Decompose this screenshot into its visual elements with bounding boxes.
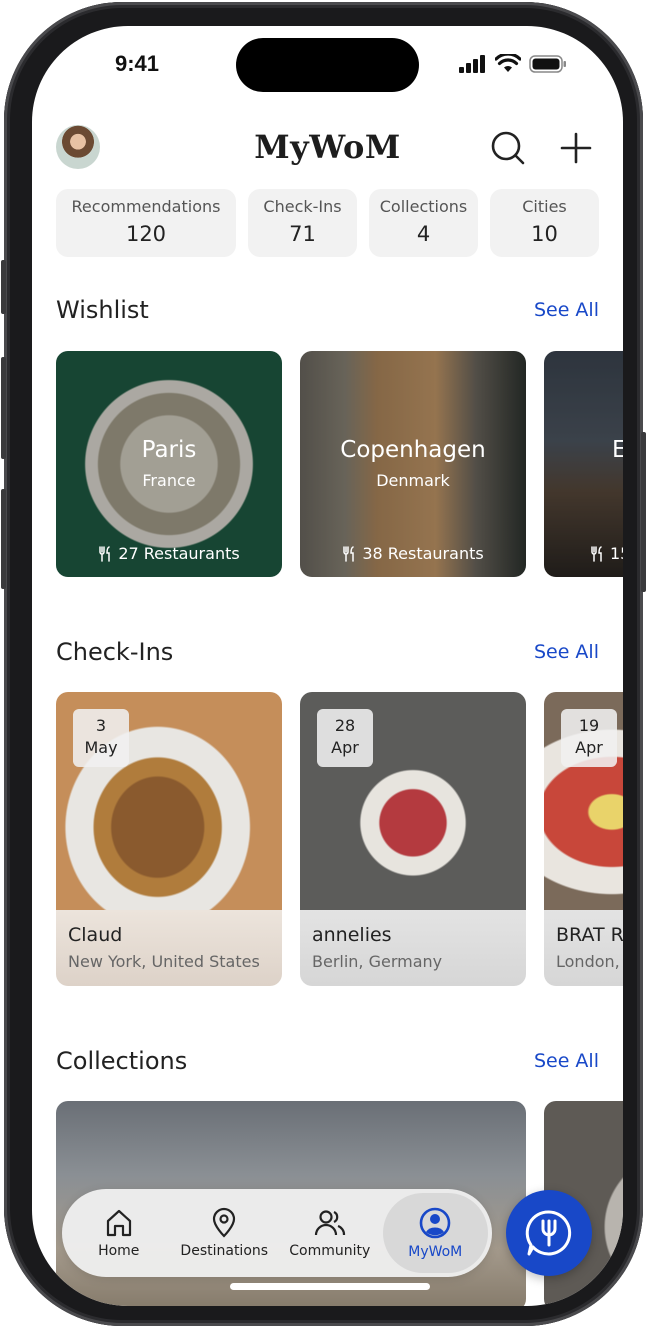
dynamic-island (236, 38, 419, 92)
date-day: 19 (578, 716, 600, 735)
checkin-restaurant: Claud (68, 924, 123, 946)
tab-label: MyWoM (408, 1244, 463, 1260)
stat-label: Recommendations (71, 197, 221, 216)
wishlist-see-all-link[interactable]: See All (534, 299, 599, 321)
checkins-title: Check-Ins (56, 638, 174, 666)
collections-see-all-link[interactable]: See All (534, 1050, 599, 1072)
stat-value: 10 (531, 222, 558, 246)
checkins-carousel[interactable]: 3 May Claud New York, United States 28 A… (56, 692, 623, 986)
checkin-location: London, (556, 952, 620, 971)
tab-label: Community (289, 1243, 371, 1259)
tab-label: Home (98, 1243, 140, 1259)
check-in-fab-button[interactable] (506, 1190, 592, 1276)
checkin-card[interactable]: 19 Apr BRAT R London, (544, 692, 623, 986)
stat-check-ins[interactable]: Check-Ins 71 (248, 189, 357, 257)
status-icons (459, 54, 567, 73)
wishlist-count: 27 Restaurants (56, 544, 282, 563)
fork-knife-icon (99, 545, 111, 562)
wishlist-card[interactable]: Copenhagen Denmark 38 Restaurants (300, 351, 526, 577)
wishlist-city: Paris (141, 437, 197, 463)
action-button (1, 260, 6, 314)
power-button (641, 432, 646, 592)
stat-cities[interactable]: Cities 10 (490, 189, 599, 257)
search-button[interactable] (488, 128, 528, 168)
stat-collections[interactable]: Collections 4 (369, 189, 478, 257)
app-header: MyWoM (56, 124, 599, 172)
date-badge: 28 Apr (317, 709, 373, 767)
cellular-signal-icon (459, 54, 485, 73)
home-indicator (230, 1283, 430, 1290)
collections-title: Collections (56, 1047, 188, 1075)
wishlist-count: 38 Restaurants (300, 544, 526, 563)
date-badge: 3 May (73, 709, 129, 767)
tab-label: Destinations (180, 1243, 269, 1259)
phone-frame: 9:41 MyWoM Recommendations 120 Check-Ins… (1, 2, 646, 1326)
wishlist-city: E (612, 437, 623, 463)
wishlist-count-label: 27 Restaurants (118, 544, 240, 563)
date-day: 3 (95, 716, 107, 735)
tab-destinations[interactable]: Destinations (172, 1193, 278, 1273)
wishlist-count-label: 38 Restaurants (362, 544, 484, 563)
stat-label: Collections (379, 197, 468, 216)
stat-label: Cities (522, 197, 567, 216)
plus-icon (560, 132, 592, 164)
wishlist-card[interactable]: E 15 (544, 351, 623, 577)
volume-up-button (1, 357, 6, 459)
checkin-restaurant: BRAT R (556, 924, 623, 946)
wishlist-carousel[interactable]: Paris France 27 Restaurants Copenhagen D… (56, 351, 623, 577)
tab-mywom[interactable]: MyWoM (382, 1193, 488, 1273)
map-pin-icon (213, 1207, 236, 1238)
checkins-see-all-link[interactable]: See All (534, 641, 599, 663)
wishlist-country: Denmark (376, 471, 450, 490)
checkin-restaurant: annelies (312, 924, 392, 946)
wishlist-count: 15 (544, 544, 623, 563)
checkin-footer: BRAT R London, (544, 910, 623, 986)
fork-chat-icon (525, 1210, 572, 1256)
checkin-footer: Claud New York, United States (56, 910, 282, 986)
tab-community[interactable]: Community (277, 1193, 383, 1273)
date-badge: 19 Apr (561, 709, 617, 767)
add-button[interactable] (556, 128, 596, 168)
date-day: 28 (334, 716, 356, 735)
home-icon (106, 1209, 131, 1237)
screen: 9:41 MyWoM Recommendations 120 Check-Ins… (32, 26, 623, 1306)
stat-label: Check-Ins (263, 197, 342, 216)
checkin-location: New York, United States (68, 952, 260, 971)
stat-recommendations[interactable]: Recommendations 120 (56, 189, 236, 257)
stat-value: 120 (125, 222, 167, 246)
wishlist-city: Copenhagen (340, 437, 486, 463)
wishlist-count-label: 15 (610, 544, 623, 563)
tab-home[interactable]: Home (66, 1193, 172, 1273)
status-time: 9:41 (115, 51, 160, 76)
checkin-card[interactable]: 3 May Claud New York, United States (56, 692, 282, 986)
wishlist-card[interactable]: Paris France 27 Restaurants (56, 351, 282, 577)
fork-knife-icon (343, 545, 355, 562)
battery-icon (529, 54, 566, 73)
wifi-icon (495, 54, 521, 72)
search-icon (491, 131, 525, 165)
checkin-location: Berlin, Germany (312, 952, 443, 971)
date-month: Apr (575, 738, 603, 757)
stat-value: 71 (289, 222, 316, 246)
stats-row: Recommendations 120 Check-Ins 71 Collect… (56, 189, 599, 257)
wishlist-country: France (142, 471, 196, 490)
date-month: May (84, 738, 118, 757)
users-icon (314, 1210, 345, 1236)
date-month: Apr (331, 738, 359, 757)
volume-down-button (1, 489, 6, 589)
wishlist-title: Wishlist (56, 296, 149, 324)
checkin-card[interactable]: 28 Apr annelies Berlin, Germany (300, 692, 526, 986)
user-circle-icon (419, 1207, 451, 1239)
stat-value: 4 (416, 222, 431, 246)
checkin-footer: annelies Berlin, Germany (300, 910, 526, 986)
fork-knife-icon (591, 545, 602, 562)
tab-bar: Home Destinations Community MyWoM (62, 1189, 492, 1277)
